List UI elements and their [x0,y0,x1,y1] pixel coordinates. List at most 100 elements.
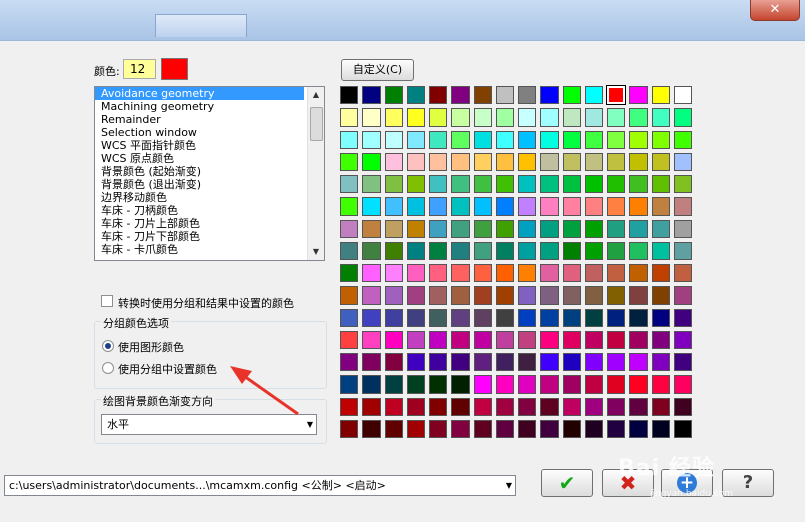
palette-color-cell[interactable] [495,353,514,372]
palette-color-cell[interactable] [495,419,514,438]
palette-color-cell[interactable] [607,419,626,438]
palette-color-cell[interactable] [629,375,648,394]
palette-color-cell[interactable] [406,286,425,305]
palette-color-cell[interactable] [562,108,581,127]
palette-color-cell[interactable] [340,286,359,305]
palette-color-cell[interactable] [584,175,603,194]
palette-color-cell[interactable] [429,397,448,416]
palette-color-cell[interactable] [584,353,603,372]
list-item[interactable]: 边界移动颜色 [95,191,324,204]
palette-color-cell[interactable] [340,308,359,327]
palette-color-cell[interactable] [607,375,626,394]
palette-color-cell[interactable] [384,353,403,372]
palette-color-cell[interactable] [406,219,425,238]
palette-color-cell[interactable] [651,397,670,416]
palette-color-cell[interactable] [607,130,626,149]
palette-color-cell[interactable] [362,330,381,349]
palette-color-cell[interactable] [540,175,559,194]
list-item[interactable]: 车床 - 刀片上部颜色 [95,217,324,230]
palette-color-cell[interactable] [429,86,448,105]
radio-use-geometry-color[interactable] [102,340,114,352]
palette-color-cell[interactable] [651,286,670,305]
palette-color-cell[interactable] [406,353,425,372]
palette-color-cell[interactable] [673,264,692,283]
palette-color-cell[interactable] [473,419,492,438]
palette-color-cell[interactable] [406,241,425,260]
palette-color-cell[interactable] [340,175,359,194]
palette-color-cell[interactable] [607,108,626,127]
palette-color-cell[interactable] [584,375,603,394]
palette-color-cell[interactable] [651,375,670,394]
palette-color-cell[interactable] [451,353,470,372]
palette-color-cell[interactable] [406,197,425,216]
palette-color-cell[interactable] [651,130,670,149]
palette-color-cell[interactable] [495,397,514,416]
palette-color-cell[interactable] [384,108,403,127]
palette-color-cell[interactable] [584,308,603,327]
palette-color-cell[interactable] [429,108,448,127]
palette-color-cell[interactable] [362,264,381,283]
palette-color-cell[interactable] [562,130,581,149]
palette-color-cell[interactable] [362,152,381,171]
palette-color-cell[interactable] [518,308,537,327]
palette-color-cell[interactable] [629,419,648,438]
convert-color-checkbox[interactable] [101,295,113,307]
palette-color-cell[interactable] [629,175,648,194]
palette-color-cell[interactable] [406,108,425,127]
palette-color-cell[interactable] [584,241,603,260]
palette-color-cell[interactable] [451,175,470,194]
palette-color-cell[interactable] [495,286,514,305]
palette-color-cell[interactable] [629,86,648,105]
palette-color-cell[interactable] [406,152,425,171]
palette-color-cell[interactable] [340,264,359,283]
config-path-select[interactable]: c:\users\administrator\documents...\mcam… [4,475,516,496]
palette-color-cell[interactable] [584,86,603,105]
palette-color-cell[interactable] [495,197,514,216]
palette-color-cell[interactable] [451,152,470,171]
palette-color-cell[interactable] [584,152,603,171]
palette-color-cell[interactable] [340,353,359,372]
list-item[interactable]: 车床 - 卡爪颜色 [95,243,324,256]
palette-color-cell[interactable] [473,375,492,394]
palette-color-cell[interactable] [562,264,581,283]
palette-color-cell[interactable] [495,375,514,394]
palette-color-cell[interactable] [540,308,559,327]
palette-color-cell[interactable] [340,419,359,438]
palette-color-cell[interactable] [651,152,670,171]
palette-color-cell[interactable] [473,286,492,305]
palette-color-cell[interactable] [607,264,626,283]
palette-color-cell[interactable] [495,308,514,327]
list-item[interactable]: Remainder [95,113,324,126]
palette-color-cell[interactable] [673,375,692,394]
palette-color-cell[interactable] [540,419,559,438]
palette-color-cell[interactable] [362,353,381,372]
palette-color-cell[interactable] [651,197,670,216]
palette-color-cell[interactable] [473,130,492,149]
palette-color-cell[interactable] [340,152,359,171]
palette-color-cell[interactable] [495,152,514,171]
palette-color-cell[interactable] [673,353,692,372]
palette-color-cell[interactable] [451,308,470,327]
palette-color-cell[interactable] [362,286,381,305]
palette-color-cell[interactable] [429,286,448,305]
palette-color-cell[interactable] [340,397,359,416]
palette-color-cell[interactable] [406,419,425,438]
palette-color-cell[interactable] [362,175,381,194]
palette-color-cell[interactable] [584,286,603,305]
palette-color-cell[interactable] [540,108,559,127]
palette-color-cell[interactable] [429,308,448,327]
palette-color-cell[interactable] [673,286,692,305]
palette-color-cell[interactable] [673,241,692,260]
palette-color-cell[interactable] [384,197,403,216]
palette-color-cell[interactable] [629,130,648,149]
palette-color-cell[interactable] [473,175,492,194]
palette-color-cell[interactable] [562,241,581,260]
palette-color-cell[interactable] [451,264,470,283]
palette-color-cell[interactable] [451,130,470,149]
palette-color-cell[interactable] [562,397,581,416]
palette-color-cell[interactable] [384,286,403,305]
palette-color-cell[interactable] [562,330,581,349]
palette-color-cell[interactable] [340,130,359,149]
palette-color-cell[interactable] [562,175,581,194]
palette-color-cell[interactable] [584,419,603,438]
